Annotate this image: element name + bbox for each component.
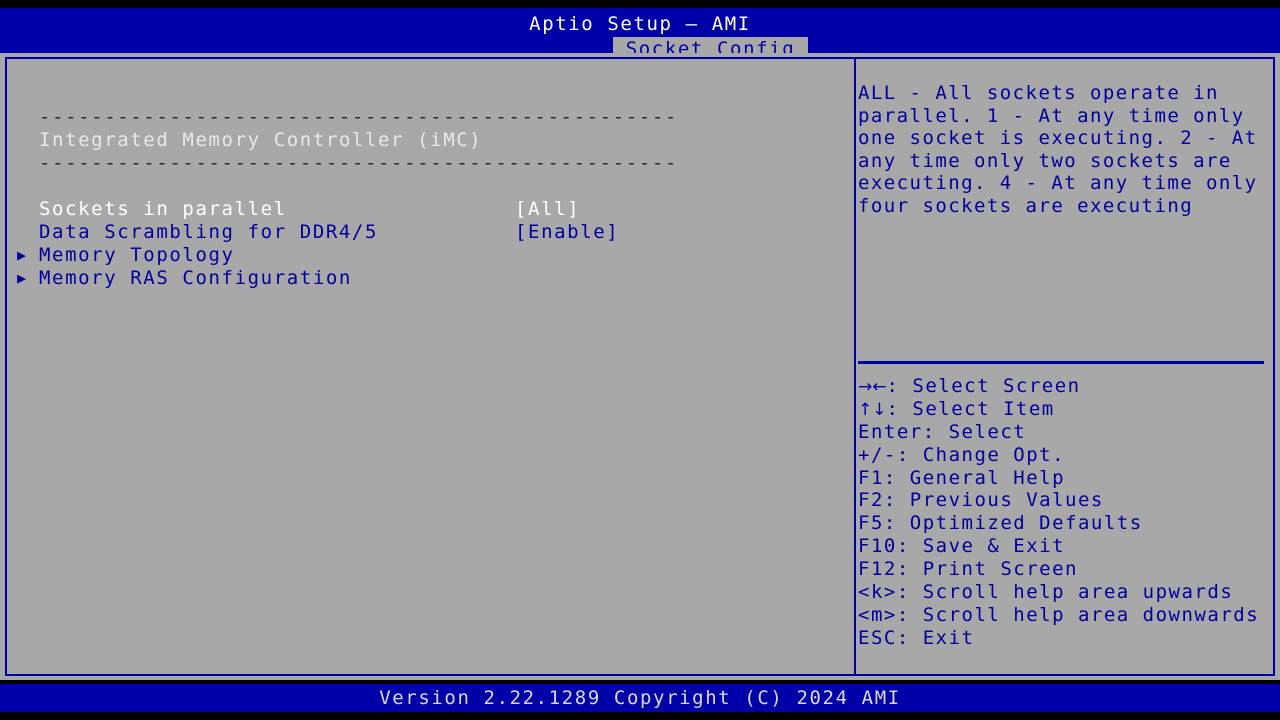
version-text: Version 2.22.1289 Copyright (C) 2024 AMI <box>379 687 901 709</box>
key-name: <m> <box>858 603 897 626</box>
key-legend-row: ↑↓: Select Item <box>858 398 1268 421</box>
key-name: F1 <box>858 466 884 489</box>
menu-label: Memory RAS Configuration <box>39 267 352 289</box>
key-action: Previous Values <box>909 489 1104 512</box>
key-separator: : <box>922 420 949 443</box>
key-name: F5 <box>858 512 884 535</box>
key-action: Print Screen <box>922 558 1078 581</box>
title-bar: Aptio Setup – AMI Socket Config <box>0 8 1280 61</box>
key-legend: →←: Select Screen ↑↓: Select Item Enter: S… <box>858 375 1268 650</box>
help-pane: ALL - All sockets operate in parallel. 1… <box>858 61 1270 672</box>
menu-label: Sockets in parallel <box>39 198 287 220</box>
key-separator: : <box>896 443 923 466</box>
key-separator: : <box>896 603 923 626</box>
key-name: +/- <box>858 443 897 466</box>
key-action: Change Opt. <box>922 443 1066 466</box>
settings-pane: ----------------------------------------… <box>9 61 852 672</box>
footer-bar: Version 2.22.1289 Copyright (C) 2024 AMI <box>0 684 1280 712</box>
section-title: Integrated Memory Controller (iMC) <box>39 129 483 151</box>
app-title: Aptio Setup – AMI <box>529 13 751 35</box>
key-separator: : <box>896 558 923 581</box>
key-legend-row: Enter: Select <box>858 421 1268 444</box>
menu-row-memory-ras-configuration[interactable]: ▶ Memory RAS Configuration <box>9 267 852 290</box>
key-separator: : <box>886 375 913 397</box>
key-separator: : <box>883 466 910 489</box>
key-legend-row: F5: Optimized Defaults <box>858 512 1268 535</box>
content-frame: ----------------------------------------… <box>0 53 1280 680</box>
help-text: ALL - All sockets operate in parallel. 1… <box>858 82 1270 217</box>
key-name: <k> <box>858 581 897 604</box>
key-separator: : <box>896 626 923 649</box>
key-separator: : <box>896 535 923 558</box>
key-legend-row: <m>: Scroll help area downwards <box>858 604 1268 627</box>
pane-divider <box>854 57 856 676</box>
key-action: Optimized Defaults <box>909 512 1143 535</box>
top-black-strip <box>0 0 1280 8</box>
menu-label: Memory Topology <box>39 244 235 266</box>
key-name: ESC <box>858 626 897 649</box>
key-legend-row: +/-: Change Opt. <box>858 444 1268 467</box>
separator-top: ----------------------------------------… <box>39 106 678 128</box>
key-action: Save & Exit <box>922 535 1066 558</box>
key-action: Select <box>948 420 1027 443</box>
help-divider <box>858 361 1264 364</box>
key-name: F10 <box>858 535 897 558</box>
menu-row-data-scrambling[interactable]: Data Scrambling for DDR4/5 [Enable] <box>9 221 852 244</box>
key-separator: : <box>883 512 910 535</box>
menu-value[interactable]: [All] <box>515 198 580 221</box>
key-glyph-icon: →← <box>858 377 887 397</box>
key-action: Select Item <box>912 397 1055 420</box>
bottom-black-strip <box>0 712 1280 720</box>
key-action: Exit <box>922 626 975 649</box>
key-legend-row: <k>: Scroll help area upwards <box>858 581 1268 604</box>
key-separator: : <box>883 489 910 512</box>
key-name: Enter <box>858 420 923 443</box>
key-legend-row: ESC: Exit <box>858 627 1268 650</box>
submenu-arrow-icon: ▶ <box>17 246 28 264</box>
key-glyph-icon: ↑↓ <box>858 399 887 420</box>
key-legend-row: →←: Select Screen <box>858 375 1268 398</box>
key-action: Select Screen <box>912 375 1081 397</box>
key-separator: : <box>886 397 913 420</box>
bios-setup-screen: Aptio Setup – AMI Socket Config --------… <box>0 0 1280 720</box>
key-separator: : <box>896 581 923 604</box>
key-action: Scroll help area downwards <box>922 603 1260 626</box>
submenu-arrow-icon: ▶ <box>17 269 28 287</box>
key-action: General Help <box>909 466 1066 489</box>
menu-label: Data Scrambling for DDR4/5 <box>39 221 379 243</box>
key-legend-row: F10: Save & Exit <box>858 535 1268 558</box>
menu-row-sockets-in-parallel[interactable]: Sockets in parallel [All] <box>9 198 852 221</box>
menu-row-memory-topology[interactable]: ▶ Memory Topology <box>9 244 852 267</box>
menu-value[interactable]: [Enable] <box>515 221 619 244</box>
key-legend-row: F1: General Help <box>858 467 1268 490</box>
separator-bottom: ----------------------------------------… <box>39 152 678 174</box>
key-name: F2 <box>858 489 884 512</box>
key-action: Scroll help area upwards <box>922 581 1234 604</box>
key-legend-row: F2: Previous Values <box>858 489 1268 512</box>
key-name: F12 <box>858 558 897 581</box>
key-legend-row: F12: Print Screen <box>858 558 1268 581</box>
